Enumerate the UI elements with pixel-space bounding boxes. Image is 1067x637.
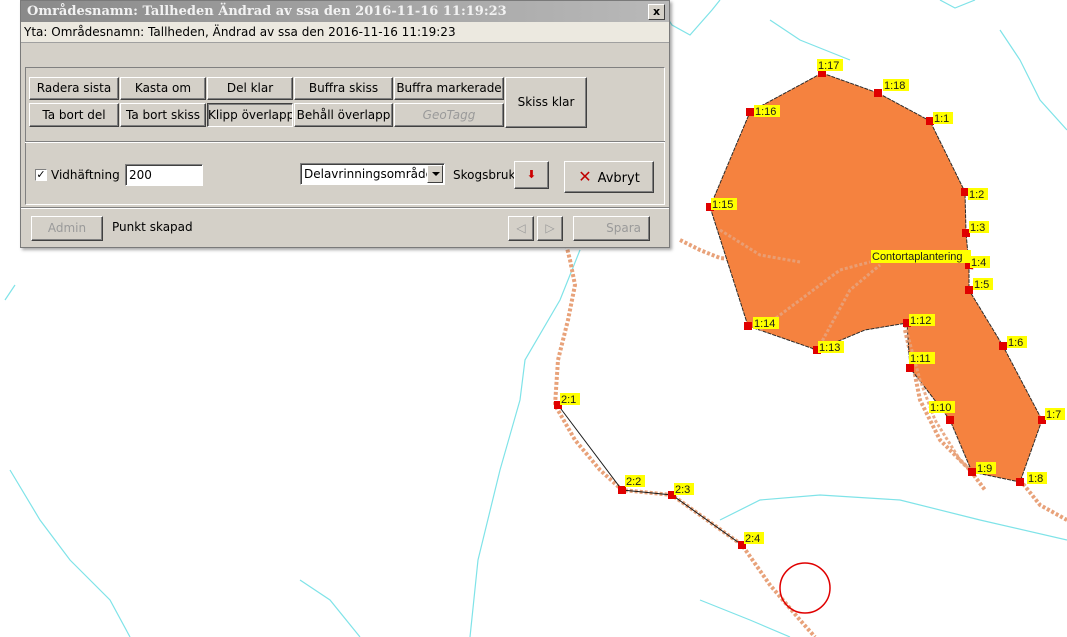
vertex-label: 1:12	[910, 315, 931, 327]
arrow-right-icon: ▷	[545, 221, 555, 235]
vertex-marker[interactable]	[926, 117, 934, 125]
vidhaftning-label: Vidhäftning	[51, 168, 120, 182]
vertex-label: 2:4	[745, 533, 760, 545]
del-klar-button[interactable]: Del klar	[207, 77, 293, 100]
vidhaftning-checkbox[interactable]: ✓	[35, 169, 47, 181]
ta-bort-del-button[interactable]: Ta bort del	[29, 103, 119, 127]
vertex-label: 1:13	[819, 342, 840, 354]
separator	[25, 141, 665, 143]
spara-button[interactable]: Spara	[573, 216, 650, 241]
vertex-marker[interactable]	[965, 286, 973, 294]
behall-overlapp-button[interactable]: Behåll överlapp	[294, 103, 393, 127]
vertex-marker[interactable]	[962, 229, 970, 237]
arrow-left-icon: ◁	[516, 221, 526, 235]
vertex-marker[interactable]	[906, 364, 914, 372]
klipp-overlapp-button[interactable]: Klipp överlapp	[207, 103, 293, 127]
skogsbruk-button[interactable]: ⬇	[514, 161, 549, 189]
area-type-selected: Delavrinningsområde	[304, 167, 434, 181]
ta-bort-skiss-button[interactable]: Ta bort skiss	[120, 103, 206, 127]
buffra-skiss-button[interactable]: Buffra skiss	[294, 77, 393, 100]
vertex-label: 1:1	[934, 113, 949, 125]
chevron-down-icon[interactable]	[427, 165, 443, 183]
vertex-marker[interactable]	[618, 486, 626, 494]
vertex-marker[interactable]	[961, 188, 969, 196]
status-text: Punkt skapad	[112, 220, 193, 234]
radera-sista-button[interactable]: Radera sista	[29, 77, 119, 100]
buffra-markerade-button[interactable]: Buffra markerade	[394, 77, 504, 100]
vertex-marker[interactable]	[1038, 416, 1046, 424]
sketch-dialog[interactable]: Områdesnamn: Tallheden Ändrad av ssa den…	[20, 0, 670, 248]
vertex-label: 1:2	[969, 189, 984, 201]
vidhaftning-input[interactable]: 200	[125, 164, 203, 186]
avbryt-label: Avbryt	[597, 171, 640, 186]
area-label: Contortaplantering	[872, 251, 963, 263]
pick-icon: ⬇	[526, 168, 537, 181]
close-button[interactable]: x	[648, 4, 665, 20]
area-polygon[interactable]	[709, 72, 1043, 483]
previous-button[interactable]: ◁	[508, 216, 534, 241]
vertex-label: 1:17	[818, 60, 839, 72]
vertex-label: 1:14	[754, 318, 775, 330]
vertex-label: 1:15	[712, 199, 733, 211]
vertex-marker[interactable]	[946, 416, 954, 424]
vertex-label: 1:11	[910, 353, 931, 365]
vertex-label: 2:1	[561, 394, 576, 406]
admin-button[interactable]: Admin	[31, 216, 103, 241]
vertex-marker[interactable]	[874, 89, 882, 97]
vertex-marker[interactable]	[746, 108, 754, 116]
vertex-label: 1:10	[930, 402, 951, 414]
area-type-select[interactable]: Delavrinningsområde	[300, 163, 445, 185]
vertex-label: 1:7	[1046, 409, 1061, 421]
vertex-marker[interactable]	[1016, 478, 1024, 486]
vertex-marker[interactable]	[968, 468, 976, 476]
vertex-label: 2:2	[626, 476, 641, 488]
kasta-om-button[interactable]: Kasta om	[120, 77, 206, 100]
vertex-marker[interactable]	[744, 322, 752, 330]
line-feature-2[interactable]	[557, 404, 743, 546]
skiss-klar-button[interactable]: Skiss klar	[505, 77, 587, 128]
vertex-label: 1:5	[974, 279, 989, 291]
dialog-title[interactable]: Områdesnamn: Tallheden Ändrad av ssa den…	[21, 1, 669, 22]
cancel-x-icon: ✕	[578, 167, 592, 186]
vertex-label: 1:8	[1028, 473, 1043, 485]
avbryt-button[interactable]: ✕ Avbryt	[564, 161, 654, 193]
vertex-label: 2:3	[675, 484, 690, 496]
vertex-label: 1:4	[971, 257, 986, 269]
vertex-marker[interactable]	[999, 342, 1007, 350]
geotagg-button[interactable]: GeoTagg	[394, 103, 504, 127]
vertex-label: 1:16	[755, 106, 776, 118]
selection-circle	[779, 562, 831, 614]
vertex-label: 1:18	[884, 80, 905, 92]
info-line: Yta: Områdesnamn: Tallheden, Ändrad av s…	[21, 22, 669, 43]
vertex-label: 1:3	[970, 222, 985, 234]
separator-bottom	[21, 207, 669, 209]
vertex-label: 1:6	[1008, 337, 1023, 349]
next-button[interactable]: ▷	[537, 216, 563, 241]
vertex-label: 1:9	[977, 463, 992, 475]
